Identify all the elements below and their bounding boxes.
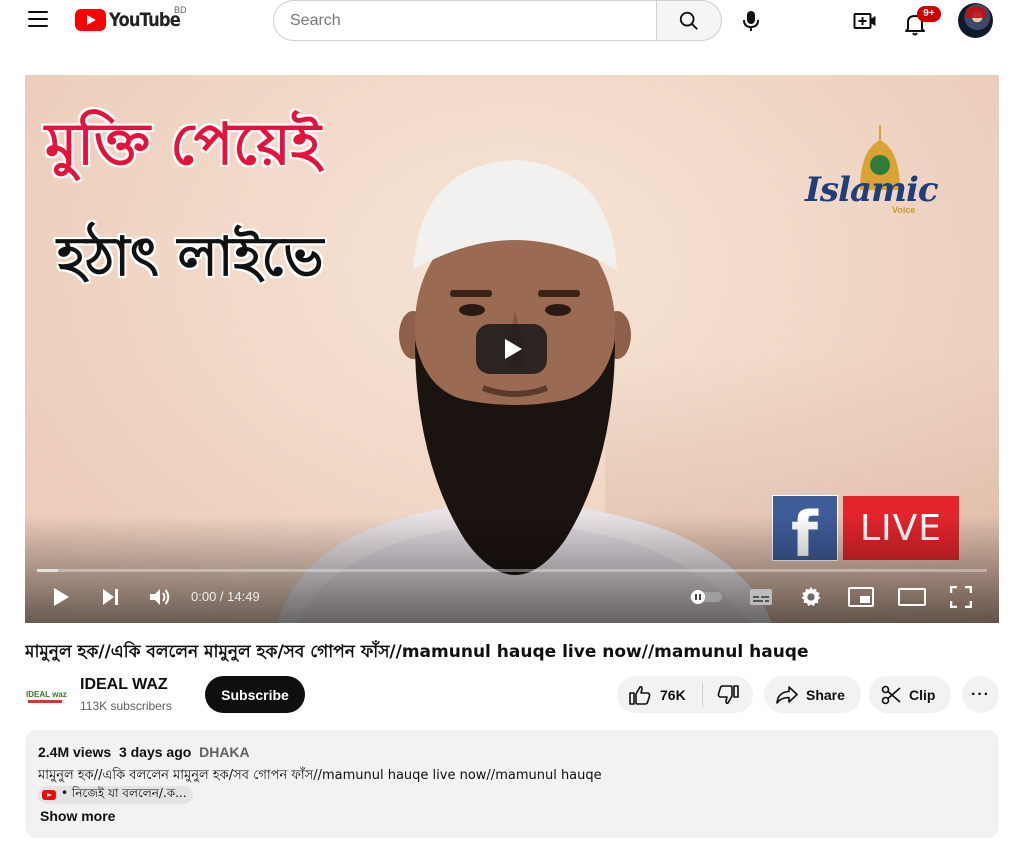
hamburger-icon[interactable]	[28, 11, 48, 29]
theater-icon	[898, 588, 926, 606]
description-text: মামুনুল হক//একি বললেন মামুনুল হক/সব গোপন…	[38, 768, 602, 783]
miniplayer-button[interactable]	[847, 582, 875, 612]
theater-mode-button[interactable]	[897, 582, 927, 612]
video-title: মামুনুল হক//একি বললেন মামুনুল হক/সব গোপন…	[25, 642, 809, 662]
autoplay-toggle[interactable]	[688, 582, 724, 612]
overlay-headline: মুক্তি পেয়েই	[45, 110, 321, 178]
location-tag[interactable]: DHAKA	[199, 744, 250, 760]
time-display: 0:00 / 14:49	[191, 589, 260, 604]
linked-video-text: • নিজেই যা বললেন/.ক...	[61, 786, 187, 800]
subtitles-icon	[750, 589, 772, 605]
watermark-brand: Islamic	[805, 170, 939, 210]
like-button[interactable]: 76K	[617, 676, 702, 713]
linked-video-chip[interactable]: • নিজেই যা বললেন/.ক...	[38, 786, 193, 804]
search-input[interactable]	[273, 0, 656, 41]
show-more-button[interactable]: Show more	[40, 808, 115, 824]
youtube-mini-icon	[42, 790, 56, 800]
country-code: BD	[174, 5, 187, 15]
description-stats: 2.4M views 3 days ago DHAKA	[38, 744, 250, 760]
more-actions-button[interactable]: ···	[962, 676, 999, 713]
avatar[interactable]	[958, 3, 993, 38]
subscriber-count: 113K subscribers	[80, 699, 172, 713]
share-button[interactable]: Share	[764, 676, 861, 713]
top-bar: YouTube BD 9+	[0, 0, 1024, 42]
volume-button[interactable]	[147, 582, 173, 612]
scissors-icon	[881, 685, 901, 704]
youtube-play-logo-icon	[75, 9, 106, 31]
create-video-icon	[853, 13, 876, 29]
volume-icon	[150, 589, 170, 605]
view-count: 2.4M views	[38, 744, 112, 760]
like-count: 76K	[660, 686, 686, 703]
watermark-subtext: Voice	[892, 205, 916, 215]
fullscreen-icon	[950, 586, 972, 608]
play-icon	[54, 588, 69, 606]
large-play-button[interactable]	[476, 324, 547, 374]
subtitles-button[interactable]	[747, 582, 775, 612]
next-icon	[103, 589, 118, 605]
voice-search-button[interactable]	[736, 4, 766, 38]
overlay-subheadline: হঠাৎ লাইভে	[57, 225, 324, 288]
search-button[interactable]	[656, 0, 722, 41]
next-button[interactable]	[99, 582, 123, 612]
like-dislike-group: 76K	[617, 676, 753, 713]
logo-text: YouTube	[109, 9, 181, 31]
miniplayer-icon	[848, 587, 874, 607]
fullscreen-button[interactable]	[948, 582, 974, 612]
channel-name[interactable]: IDEAL WAZ	[80, 676, 168, 694]
channel-logo[interactable]: IDEAL waz	[25, 684, 67, 708]
progress-loaded	[37, 569, 58, 572]
autoplay-toggle-icon	[690, 590, 722, 604]
notification-badge: 9+	[917, 6, 941, 22]
create-button[interactable]	[851, 8, 879, 34]
thumbs-up-icon	[629, 685, 651, 705]
play-button[interactable]	[49, 582, 73, 612]
video-player[interactable]: মুক্তি পেয়েই হঠাৎ লাইভে Islamic Voice f…	[25, 75, 999, 623]
gear-icon	[801, 586, 821, 607]
description-box[interactable]: 2.4M views 3 days ago DHAKA মামুনুল হক//…	[25, 730, 999, 838]
search-bar	[273, 0, 722, 41]
upload-date: 3 days ago	[118, 744, 192, 760]
thumbs-down-icon	[717, 684, 739, 704]
search-icon	[679, 11, 698, 30]
progress-bar[interactable]	[37, 569, 987, 572]
channel-logo-text: IDEAL waz	[26, 690, 67, 699]
clip-label: Clip	[909, 686, 936, 703]
mic-icon	[743, 11, 759, 31]
share-icon	[776, 685, 798, 704]
youtube-logo[interactable]: YouTube BD	[75, 5, 191, 32]
subscribe-button[interactable]: Subscribe	[205, 676, 305, 713]
settings-button[interactable]	[797, 582, 825, 612]
dislike-button[interactable]	[703, 676, 753, 713]
share-label: Share	[806, 686, 845, 703]
clip-button[interactable]: Clip	[869, 676, 952, 713]
